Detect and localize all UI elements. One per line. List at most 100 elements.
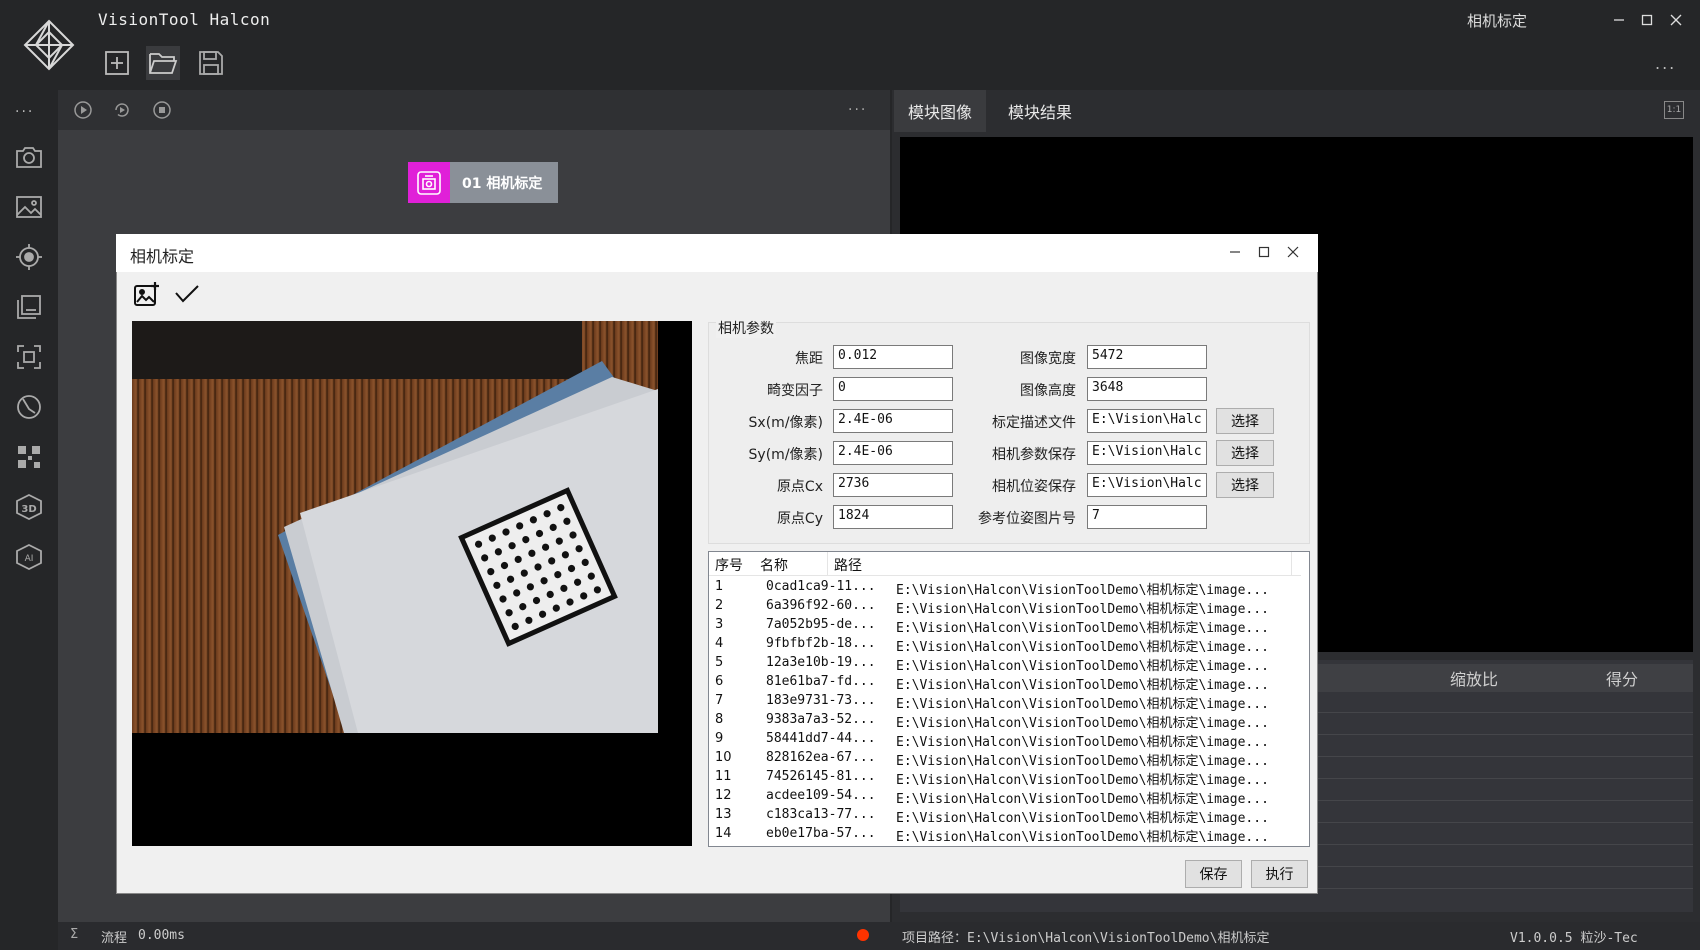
row-path: E:\Vision\Halcon\VisionToolDemo\相机标定\ima… bbox=[896, 811, 1269, 826]
more-menu-button[interactable]: ... bbox=[1655, 54, 1676, 73]
3d-icon[interactable]: 3D bbox=[12, 490, 46, 524]
dialog-close-button[interactable] bbox=[1284, 243, 1302, 261]
list-item[interactable]: 3 7a052b95-de... E:\Vision\Halcon\VisionTo… bbox=[709, 617, 1301, 636]
tab-module-result[interactable]: 模块结果 bbox=[994, 90, 1086, 132]
row-name: 6a396f92-60... bbox=[766, 598, 876, 613]
minimize-button[interactable] bbox=[1606, 8, 1632, 32]
list-item[interactable]: 5 12a3e10b-19... E:\Vision\Halcon\VisionTo… bbox=[709, 655, 1301, 674]
save-button[interactable] bbox=[194, 46, 228, 80]
barcode-icon[interactable] bbox=[12, 440, 46, 474]
list-item[interactable]: 6 81e61ba7-fd... E:\Vision\Halcon\VisionTo… bbox=[709, 674, 1301, 693]
tab-module-image[interactable]: 模块图像 bbox=[894, 90, 987, 132]
ai-icon[interactable]: AI bbox=[12, 540, 46, 574]
param-label: 相机位姿保存 bbox=[992, 479, 1076, 495]
save-params-button[interactable]: 保存 bbox=[1185, 860, 1242, 888]
measure-icon[interactable] bbox=[12, 390, 46, 424]
param-label: 参考位姿图片号 bbox=[978, 511, 1076, 527]
list-item[interactable]: 8 9383a7a3-52... E:\Vision\Halcon\VisionTo… bbox=[709, 712, 1301, 731]
confirm-button[interactable] bbox=[172, 280, 202, 308]
row-path: E:\Vision\Halcon\VisionToolDemo\相机标定\ima… bbox=[896, 716, 1269, 731]
row-name: 81e61ba7-fd... bbox=[766, 674, 876, 689]
camera-icon[interactable] bbox=[12, 140, 46, 174]
open-folder-icon bbox=[149, 53, 178, 74]
row-name: 183e9731-73... bbox=[766, 693, 876, 708]
maximize-button[interactable] bbox=[1634, 8, 1660, 32]
stop-button[interactable] bbox=[149, 98, 175, 122]
row-index: 3 bbox=[715, 617, 724, 632]
dialog-maximize-button[interactable] bbox=[1255, 243, 1273, 261]
row-index: 4 bbox=[715, 636, 724, 651]
list-item[interactable]: 4 9fbfbf2b-18... E:\Vision\Halcon\VisionTo… bbox=[709, 636, 1301, 655]
list-item[interactable]: 14 eb0e17ba-57... E:\Vision\Halcon\VisionT… bbox=[709, 826, 1301, 845]
list-item[interactable]: 2 6a396f92-60... E:\Vision\Halcon\VisionTo… bbox=[709, 598, 1301, 617]
image-icon[interactable] bbox=[12, 190, 46, 224]
param-input[interactable]: 2736 bbox=[833, 473, 953, 497]
row-path: E:\Vision\Halcon\VisionToolDemo\相机标定\ima… bbox=[896, 830, 1269, 845]
row-path: E:\Vision\Halcon\VisionToolDemo\相机标定\ima… bbox=[896, 583, 1269, 598]
select-file-button[interactable]: 选择 bbox=[1216, 440, 1274, 466]
param-label: 标定描述文件 bbox=[992, 415, 1076, 431]
new-file-button[interactable] bbox=[100, 46, 134, 80]
list-item[interactable]: 10 828162ea-67... E:\Vision\Halcon\VisionT… bbox=[709, 750, 1301, 769]
flow-more-button[interactable]: ... bbox=[848, 98, 867, 114]
open-folder-button[interactable] bbox=[146, 46, 180, 80]
param-input[interactable]: E:\Vision\Halc bbox=[1087, 473, 1207, 497]
image-list-header: 序号 名称 路径 bbox=[709, 552, 1301, 576]
param-label: 畸变因子 bbox=[767, 383, 823, 399]
loop-run-button[interactable] bbox=[109, 98, 135, 122]
param-input[interactable]: E:\Vision\Halc bbox=[1087, 409, 1207, 433]
run-button[interactable] bbox=[70, 98, 96, 122]
add-image-button[interactable] bbox=[132, 280, 162, 308]
save-icon bbox=[199, 51, 223, 75]
focus-icon[interactable] bbox=[12, 340, 46, 374]
fit-to-size-button[interactable]: 1:1 bbox=[1664, 101, 1684, 119]
project-path: 项目路径：E:\Vision\Halcon\VisionToolDemo\相机标… bbox=[902, 931, 1270, 946]
list-item[interactable]: 7 183e9731-73... E:\Vision\Halcon\VisionTo… bbox=[709, 693, 1301, 712]
close-button[interactable] bbox=[1663, 8, 1689, 32]
row-index: 13 bbox=[715, 807, 732, 822]
select-file-button[interactable]: 选择 bbox=[1216, 408, 1274, 434]
close-icon bbox=[1670, 14, 1682, 26]
svg-text:AI: AI bbox=[25, 554, 34, 564]
row-name: 7a052b95-de... bbox=[766, 617, 876, 632]
list-item[interactable]: 13 c183ca13-77... E:\Vision\Halcon\VisionT… bbox=[709, 807, 1301, 826]
column-divider bbox=[1291, 552, 1292, 576]
row-name: 9fbfbf2b-18... bbox=[766, 636, 876, 651]
row-path: E:\Vision\Halcon\VisionToolDemo\相机标定\ima… bbox=[896, 735, 1269, 750]
flow-toolbar bbox=[58, 90, 890, 130]
row-index: 7 bbox=[715, 693, 724, 708]
sum-icon: Σ bbox=[70, 927, 79, 942]
dialog-minimize-button[interactable] bbox=[1226, 243, 1244, 261]
row-index: 14 bbox=[715, 826, 732, 841]
select-file-button[interactable]: 选择 bbox=[1216, 472, 1274, 498]
row-path: E:\Vision\Halcon\VisionToolDemo\相机标定\ima… bbox=[896, 792, 1269, 807]
param-input[interactable]: 2.4E-06 bbox=[833, 409, 953, 433]
param-input[interactable]: 2.4E-06 bbox=[833, 441, 953, 465]
row-path: E:\Vision\Halcon\VisionToolDemo\相机标定\ima… bbox=[896, 697, 1269, 712]
param-input[interactable]: 1824 bbox=[833, 505, 953, 529]
target-icon[interactable] bbox=[12, 240, 46, 274]
row-name: 12a3e10b-19... bbox=[766, 655, 876, 670]
row-name: acdee109-54... bbox=[766, 788, 876, 803]
list-item[interactable]: 1 0cad1ca9-11... E:\Vision\Halcon\VisionTo… bbox=[709, 579, 1301, 598]
list-item[interactable]: 12 acdee109-54... E:\Vision\Halcon\VisionT… bbox=[709, 788, 1301, 807]
param-input[interactable]: 0 bbox=[833, 377, 953, 401]
sidebar-more-button[interactable]: ... bbox=[15, 100, 34, 116]
param-input[interactable]: 3648 bbox=[1087, 377, 1207, 401]
row-path: E:\Vision\Halcon\VisionToolDemo\相机标定\ima… bbox=[896, 754, 1269, 769]
param-input[interactable]: 0.012 bbox=[833, 345, 953, 369]
row-name: 58441dd7-44... bbox=[766, 731, 876, 746]
row-name: c183ca13-77... bbox=[766, 807, 876, 822]
param-label: 焦距 bbox=[795, 351, 823, 367]
list-item[interactable]: 11 74526145-81... E:\Vision\Halcon\VisionT… bbox=[709, 769, 1301, 788]
param-input[interactable]: 7 bbox=[1087, 505, 1207, 529]
param-input[interactable]: 5472 bbox=[1087, 345, 1207, 369]
list-item[interactable]: 9 58441dd7-44... E:\Vision\Halcon\VisionTo… bbox=[709, 731, 1301, 750]
execute-button[interactable]: 执行 bbox=[1251, 860, 1308, 888]
layers-icon[interactable] bbox=[12, 290, 46, 324]
param-input[interactable]: E:\Vision\Halc bbox=[1087, 441, 1207, 465]
dialog-title: 相机标定 bbox=[130, 247, 195, 266]
param-label: 相机参数保存 bbox=[992, 447, 1076, 463]
calibration-module-icon bbox=[408, 162, 450, 203]
flow-node[interactable]: 01 相机标定 bbox=[408, 162, 558, 203]
